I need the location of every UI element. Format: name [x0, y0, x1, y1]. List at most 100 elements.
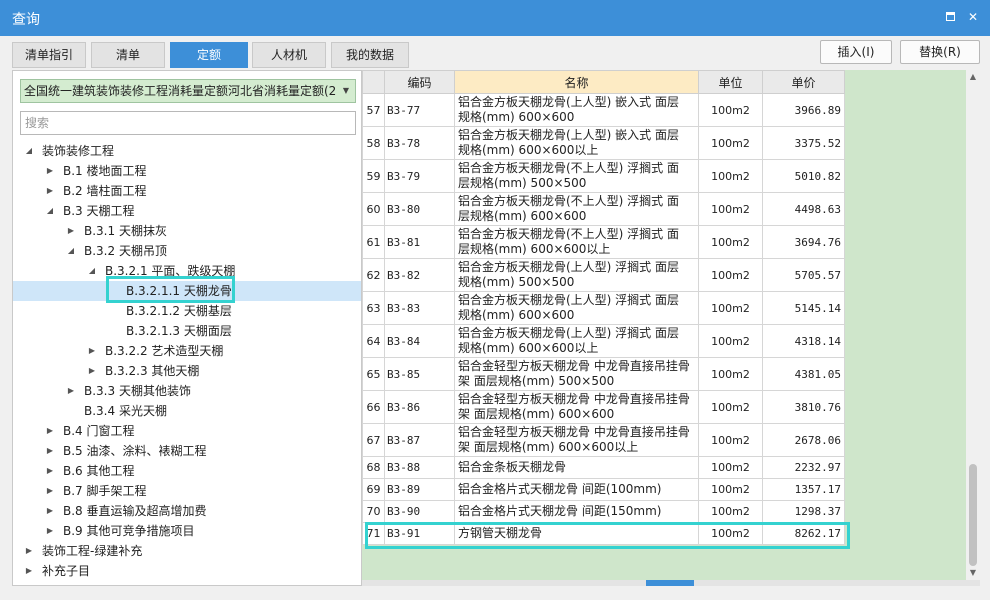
- cell-price[interactable]: 3694.76: [762, 225, 845, 259]
- cell-price[interactable]: 8262.17: [762, 522, 845, 545]
- tree-node[interactable]: ◢ B.3 天棚工程: [13, 201, 361, 221]
- restore-icon[interactable]: [942, 8, 960, 26]
- row-number[interactable]: 64: [362, 324, 385, 358]
- cell-name[interactable]: 铝合金格片式天棚龙骨 间距(100mm): [454, 478, 699, 501]
- tree-node[interactable]: ▶ B.9 其他可竞争措施项目: [13, 521, 361, 541]
- cell-name[interactable]: 铝合金方板天棚龙骨(上人型) 浮搁式 面层 规格(mm) 600×600: [454, 291, 699, 325]
- cell-name[interactable]: 铝合金方板天棚龙骨(上人型) 浮搁式 面层 规格(mm) 500×500: [454, 258, 699, 292]
- cell-unit[interactable]: 100m2: [698, 291, 763, 325]
- row-number[interactable]: 69: [362, 478, 385, 501]
- tree-node[interactable]: B.3.2.1.2 天棚基层: [13, 301, 361, 321]
- header-name[interactable]: 名称: [454, 70, 699, 94]
- cell-code[interactable]: B3-88: [384, 456, 455, 479]
- cell-unit[interactable]: 100m2: [698, 357, 763, 391]
- tree-node[interactable]: ▶ B.3.1 天棚抹灰: [13, 221, 361, 241]
- table-row[interactable]: 67 B3-87 铝合金轻型方板天棚龙骨 中龙骨直接吊挂骨架 面层规格(mm) 60…: [362, 423, 845, 457]
- table-row[interactable]: 66 B3-86 铝合金轻型方板天棚龙骨 中龙骨直接吊挂骨架 面层规格(mm) 60…: [362, 390, 845, 424]
- tree-node[interactable]: ▶ B.3.2.3 其他天棚: [13, 361, 361, 381]
- cell-name[interactable]: 铝合金方板天棚龙骨(上人型) 嵌入式 面层 规格(mm) 600×600以上: [454, 126, 699, 160]
- tree-node[interactable]: ▶ B.7 脚手架工程: [13, 481, 361, 501]
- cell-code[interactable]: B3-87: [384, 423, 455, 457]
- tree-expanded-icon[interactable]: ◢: [23, 141, 35, 161]
- cell-price[interactable]: 5705.57: [762, 258, 845, 292]
- row-number[interactable]: 63: [362, 291, 385, 325]
- tab-my-data[interactable]: 我的数据: [331, 42, 409, 68]
- tree-collapsed-icon[interactable]: ▶: [23, 541, 35, 561]
- tree-node[interactable]: ▶ B.5 油漆、涂料、裱糊工程: [13, 441, 361, 461]
- vertical-scrollbar[interactable]: ▲ ▼: [966, 70, 980, 580]
- cell-price[interactable]: 3375.52: [762, 126, 845, 160]
- cell-code[interactable]: B3-79: [384, 159, 455, 193]
- tab-list-guide[interactable]: 清单指引: [12, 42, 86, 68]
- cell-name[interactable]: 方钢管天棚龙骨: [454, 522, 699, 545]
- tree-collapsed-icon[interactable]: ▶: [44, 181, 56, 201]
- table-row[interactable]: 69 B3-89 铝合金格片式天棚龙骨 间距(100mm) 100m2 1357.17: [362, 478, 845, 501]
- cell-name[interactable]: 铝合金方板天棚龙骨(上人型) 浮搁式 面层 规格(mm) 600×600以上: [454, 324, 699, 358]
- cell-price[interactable]: 4498.63: [762, 192, 845, 226]
- cell-name[interactable]: 铝合金轻型方板天棚龙骨 中龙骨直接吊挂骨架 面层规格(mm) 600×600: [454, 390, 699, 424]
- cell-price[interactable]: 2678.06: [762, 423, 845, 457]
- table-row[interactable]: 65 B3-85 铝合金轻型方板天棚龙骨 中龙骨直接吊挂骨架 面层规格(mm) 50…: [362, 357, 845, 391]
- tab-labor-material[interactable]: 人材机: [252, 42, 326, 68]
- row-number[interactable]: 60: [362, 192, 385, 226]
- table-row[interactable]: 58 B3-78 铝合金方板天棚龙骨(上人型) 嵌入式 面层 规格(mm) 600×6…: [362, 126, 845, 160]
- cell-code[interactable]: B3-82: [384, 258, 455, 292]
- cell-price[interactable]: 1357.17: [762, 478, 845, 501]
- cell-code[interactable]: B3-83: [384, 291, 455, 325]
- tree-expanded-icon[interactable]: ◢: [65, 241, 77, 261]
- tree-collapsed-icon[interactable]: ▶: [23, 561, 35, 581]
- tree-collapsed-icon[interactable]: ▶: [44, 421, 56, 441]
- tree-node[interactable]: ▶ B.2 墙柱面工程: [13, 181, 361, 201]
- table-row[interactable]: 57 B3-77 铝合金方板天棚龙骨(上人型) 嵌入式 面层 规格(mm) 600×6…: [362, 93, 845, 127]
- tree-node[interactable]: ◢ B.3.2.1 平面、跌级天棚: [13, 261, 361, 281]
- row-number[interactable]: 62: [362, 258, 385, 292]
- cell-price[interactable]: 4318.14: [762, 324, 845, 358]
- row-number[interactable]: 59: [362, 159, 385, 193]
- tree-node[interactable]: B.3.2.1.1 天棚龙骨: [13, 281, 361, 301]
- search-input[interactable]: [20, 111, 356, 135]
- cell-price[interactable]: 5010.82: [762, 159, 845, 193]
- cell-code[interactable]: B3-78: [384, 126, 455, 160]
- tree-collapsed-icon[interactable]: ▶: [44, 521, 56, 541]
- table-row[interactable]: 68 B3-88 铝合金条板天棚龙骨 100m2 2232.97: [362, 456, 845, 479]
- cell-price[interactable]: 3966.89: [762, 93, 845, 127]
- cell-unit[interactable]: 100m2: [698, 390, 763, 424]
- tree-collapsed-icon[interactable]: ▶: [86, 361, 98, 381]
- tree-node[interactable]: ▶ B.1 楼地面工程: [13, 161, 361, 181]
- splitter-grip[interactable]: [646, 580, 694, 586]
- row-number[interactable]: 68: [362, 456, 385, 479]
- replace-button[interactable]: 替换(R): [900, 40, 980, 64]
- scroll-down-icon[interactable]: ▼: [966, 566, 980, 580]
- header-code[interactable]: 编码: [384, 70, 455, 94]
- tree-node[interactable]: ▶ B.6 其他工程: [13, 461, 361, 481]
- row-number[interactable]: 61: [362, 225, 385, 259]
- table-row[interactable]: 62 B3-82 铝合金方板天棚龙骨(上人型) 浮搁式 面层 规格(mm) 500×5…: [362, 258, 845, 292]
- tree-node[interactable]: ◢ 装饰装修工程: [13, 141, 361, 161]
- cell-code[interactable]: B3-86: [384, 390, 455, 424]
- cell-unit[interactable]: 100m2: [698, 258, 763, 292]
- row-number[interactable]: 71: [362, 522, 385, 545]
- cell-unit[interactable]: 100m2: [698, 159, 763, 193]
- cell-unit[interactable]: 100m2: [698, 93, 763, 127]
- cell-name[interactable]: 铝合金方板天棚龙骨(上人型) 嵌入式 面层 规格(mm) 600×600: [454, 93, 699, 127]
- tree-collapsed-icon[interactable]: ▶: [44, 441, 56, 461]
- cell-unit[interactable]: 100m2: [698, 500, 763, 523]
- cell-price[interactable]: 4381.05: [762, 357, 845, 391]
- cell-code[interactable]: B3-89: [384, 478, 455, 501]
- quota-library-select[interactable]: 全国统一建筑装饰装修工程消耗量定额河北省消耗量定额(20 ▼: [20, 79, 356, 103]
- scrollbar-thumb[interactable]: [969, 464, 977, 566]
- close-icon[interactable]: ✕: [964, 8, 982, 26]
- cell-unit[interactable]: 100m2: [698, 324, 763, 358]
- bottom-splitter[interactable]: [362, 580, 980, 586]
- tree-node[interactable]: ▶ 装饰工程-绿建补充: [13, 541, 361, 561]
- row-number[interactable]: 58: [362, 126, 385, 160]
- cell-price[interactable]: 1298.37: [762, 500, 845, 523]
- table-row[interactable]: 63 B3-83 铝合金方板天棚龙骨(上人型) 浮搁式 面层 规格(mm) 600×6…: [362, 291, 845, 325]
- table-row[interactable]: 64 B3-84 铝合金方板天棚龙骨(上人型) 浮搁式 面层 规格(mm) 600×6…: [362, 324, 845, 358]
- tree-collapsed-icon[interactable]: ▶: [44, 461, 56, 481]
- table-row[interactable]: 59 B3-79 铝合金方板天棚龙骨(不上人型) 浮搁式 面层规格(mm) 500×…: [362, 159, 845, 193]
- cell-name[interactable]: 铝合金格片式天棚龙骨 间距(150mm): [454, 500, 699, 523]
- tab-quota[interactable]: 定额: [170, 42, 248, 68]
- cell-code[interactable]: B3-90: [384, 500, 455, 523]
- table-row[interactable]: 70 B3-90 铝合金格片式天棚龙骨 间距(150mm) 100m2 1298.37: [362, 500, 845, 523]
